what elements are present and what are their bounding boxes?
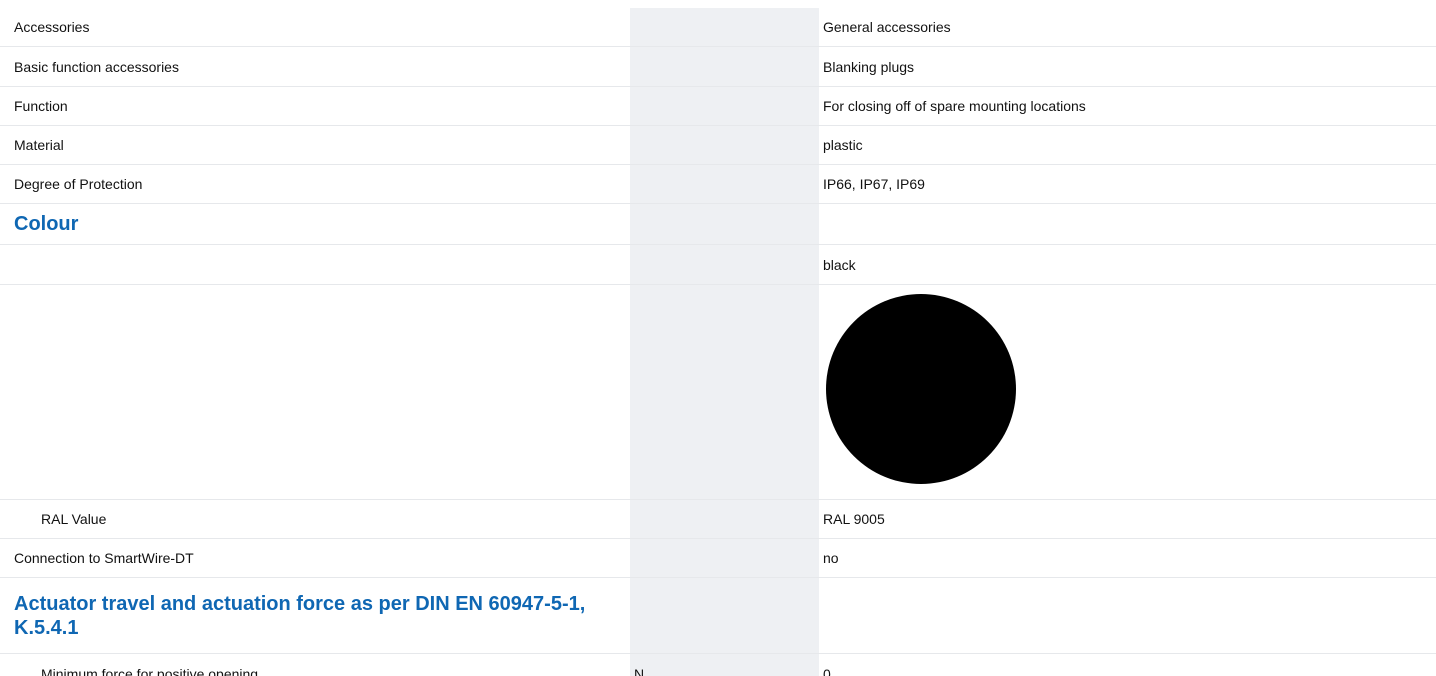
spec-row-basic-function-accessories: Basic function accessories Blanking plug… bbox=[0, 47, 1436, 87]
row-label bbox=[0, 245, 630, 284]
section-heading: Colour bbox=[14, 213, 79, 235]
spec-row-minimum-force: Minimum force for positive opening N 0 bbox=[0, 654, 1436, 676]
row-unit bbox=[630, 8, 743, 46]
spec-row-degree-of-protection: Degree of Protection IP66, IP67, IP69 bbox=[0, 165, 1436, 204]
row-label: Material bbox=[14, 137, 64, 153]
row-unit bbox=[630, 165, 743, 203]
row-value: 0 bbox=[823, 665, 831, 676]
spec-table-page: Accessories General accessories Basic fu… bbox=[0, 0, 1436, 676]
row-unit bbox=[630, 245, 743, 284]
row-spacer bbox=[743, 654, 819, 676]
row-unit bbox=[630, 578, 743, 653]
row-label: Accessories bbox=[14, 19, 90, 35]
row-value: Blanking plugs bbox=[823, 58, 915, 75]
row-unit bbox=[630, 285, 743, 499]
row-unit bbox=[630, 126, 743, 164]
spec-row-smartwire-connection: Connection to SmartWire-DT no bbox=[0, 539, 1436, 578]
row-unit bbox=[630, 87, 743, 125]
spec-row-colour-name: black bbox=[0, 245, 1436, 285]
spec-row-accessories: Accessories General accessories bbox=[0, 8, 1436, 47]
row-spacer bbox=[743, 539, 819, 577]
row-spacer bbox=[743, 87, 819, 125]
row-value: For closing off of spare mounting locati… bbox=[823, 98, 1086, 114]
row-value: IP66, IP67, IP69 bbox=[823, 176, 925, 192]
spec-table: Accessories General accessories Basic fu… bbox=[0, 8, 1436, 676]
row-value bbox=[819, 285, 1436, 499]
section-heading-text: Actuator travel and actuation force as p… bbox=[14, 592, 586, 639]
spec-row-material: Material plastic bbox=[0, 126, 1436, 165]
row-label: Degree of Protection bbox=[14, 176, 143, 192]
row-unit bbox=[630, 204, 743, 244]
row-spacer bbox=[743, 500, 819, 538]
row-label: Connection to SmartWire-DT bbox=[14, 550, 194, 566]
section-row-colour: Colour bbox=[0, 204, 1436, 245]
row-spacer bbox=[743, 47, 819, 86]
row-label: Function bbox=[14, 98, 68, 114]
colour-swatch-circle bbox=[826, 294, 1016, 484]
row-spacer bbox=[743, 8, 819, 46]
row-value: RAL 9005 bbox=[823, 511, 885, 527]
row-label: Minimum force for positive opening bbox=[41, 665, 259, 676]
row-label bbox=[0, 285, 630, 499]
row-unit bbox=[630, 539, 743, 577]
row-value bbox=[819, 578, 1436, 653]
row-spacer bbox=[743, 285, 819, 499]
row-value: plastic bbox=[823, 137, 863, 153]
row-label: RAL Value bbox=[41, 511, 107, 527]
row-unit bbox=[630, 500, 743, 538]
spec-row-colour-swatch bbox=[0, 285, 1436, 500]
row-spacer bbox=[743, 204, 819, 244]
row-spacer bbox=[743, 126, 819, 164]
section-heading: Actuator travel and actuation force as p… bbox=[0, 578, 630, 653]
spec-row-ral-value: RAL Value RAL 9005 bbox=[0, 500, 1436, 539]
spec-row-function: Function For closing off of spare mounti… bbox=[0, 87, 1436, 126]
row-spacer bbox=[743, 245, 819, 284]
row-unit: N bbox=[630, 654, 743, 676]
row-value: no bbox=[823, 550, 839, 566]
row-value: General accessories bbox=[823, 19, 951, 35]
row-spacer bbox=[743, 578, 819, 653]
row-unit bbox=[630, 47, 743, 86]
row-spacer bbox=[743, 165, 819, 203]
row-value bbox=[819, 204, 1436, 244]
row-label: Basic function accessories bbox=[14, 58, 179, 75]
row-value: black bbox=[823, 256, 856, 273]
section-row-actuator-travel: Actuator travel and actuation force as p… bbox=[0, 578, 1436, 654]
